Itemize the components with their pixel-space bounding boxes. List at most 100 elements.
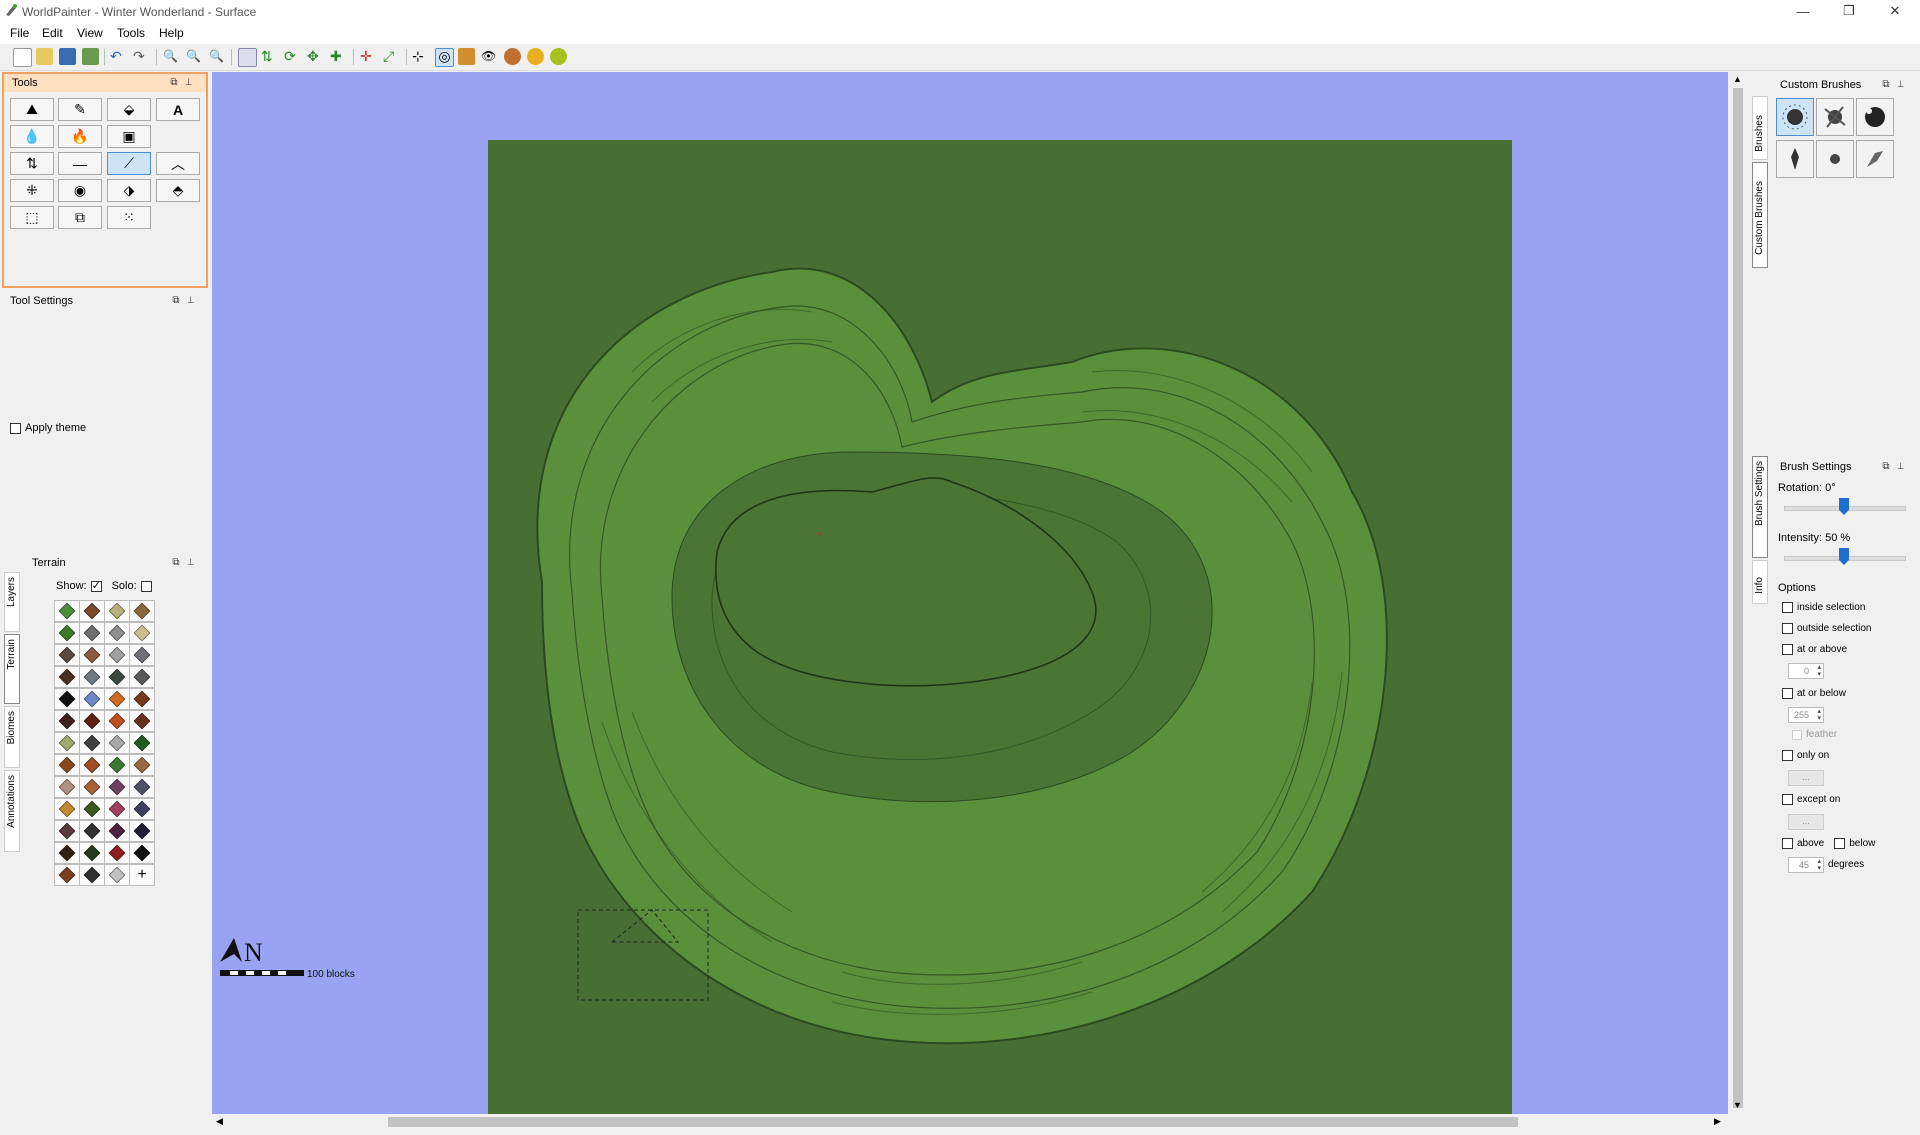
terrain-swatch[interactable] [79, 732, 105, 754]
tab-biomes[interactable]: Biomes [4, 706, 20, 768]
terrain-swatch[interactable] [54, 776, 80, 798]
menu-file[interactable]: File [10, 26, 29, 40]
zoom-in-icon[interactable]: 🔍 [163, 48, 180, 65]
tool-smooth-icon[interactable]: ⟋ [107, 152, 151, 175]
terrain-swatch[interactable] [104, 820, 130, 842]
at-or-below-checkbox[interactable] [1782, 688, 1793, 699]
above-checkbox[interactable] [1782, 838, 1793, 849]
toggle-3d-icon[interactable] [504, 48, 521, 65]
terrain-swatch[interactable] [104, 798, 130, 820]
tool-spray-icon[interactable]: ⁜ [10, 179, 54, 202]
tool-sponge-icon[interactable]: ▣ [107, 125, 151, 148]
terrain-swatch[interactable] [104, 776, 130, 798]
terrain-swatch[interactable] [79, 754, 105, 776]
apply-theme-row[interactable]: Apply theme [10, 422, 86, 434]
rotate-icon[interactable]: ⟳ [284, 48, 301, 65]
vertical-scroll-thumb[interactable] [1733, 88, 1743, 1108]
scroll-left-icon[interactable]: ◀ [216, 1116, 223, 1127]
tab-terrain[interactable]: Terrain [4, 634, 20, 704]
outside-selection-checkbox[interactable] [1782, 623, 1793, 634]
move-to-origin-icon[interactable]: ⤢ [383, 48, 400, 65]
inside-selection-checkbox[interactable] [1782, 602, 1793, 613]
tool-raise-mountain-icon[interactable]: ⇅ [10, 152, 54, 175]
tool-height-icon[interactable]: ⛰ [10, 98, 54, 121]
scroll-right-icon[interactable]: ▶ [1714, 1116, 1721, 1127]
terrain-swatch[interactable] [129, 842, 155, 864]
feather-checkbox[interactable] [1792, 729, 1802, 740]
add-tiles-icon[interactable]: ✚ [330, 48, 347, 65]
terrain-swatch[interactable] [129, 644, 155, 666]
tab-custom-brushes[interactable]: Custom Brushes [1752, 162, 1768, 268]
scroll-up-icon[interactable]: ▲ [1733, 74, 1742, 84]
terrain-swatch[interactable] [79, 842, 105, 864]
terrain-swatch[interactable] [79, 710, 105, 732]
rotation-slider-thumb[interactable] [1839, 498, 1849, 515]
terrain-swatch[interactable] [104, 842, 130, 864]
terrain-swatch[interactable] [79, 600, 105, 622]
terrain-swatch[interactable] [104, 622, 130, 644]
only-on-button[interactable]: ... [1788, 770, 1824, 786]
except-on-button[interactable]: ... [1788, 814, 1824, 830]
tool-flood-water-icon[interactable]: 💧 [10, 125, 54, 148]
zoom-out-icon[interactable]: 🔍 [209, 48, 226, 65]
panel-buttons-icon[interactable]: ⧉⊥ [170, 77, 200, 88]
degrees-spinner[interactable]: 45 [1788, 857, 1824, 873]
save-world-icon[interactable] [59, 48, 76, 65]
tab-brush-settings[interactable]: Brush Settings [1752, 456, 1768, 558]
tool-text-icon[interactable]: A [156, 98, 200, 121]
terrain-swatch[interactable] [54, 864, 80, 886]
move-to-spawn-icon[interactable]: ✛ [360, 48, 377, 65]
terrain-swatch[interactable] [129, 710, 155, 732]
at-or-above-checkbox[interactable] [1782, 644, 1793, 655]
terrain-swatch[interactable] [54, 622, 80, 644]
terrain-swatch[interactable] [54, 732, 80, 754]
tab-brushes[interactable]: Brushes [1752, 96, 1768, 160]
map-canvas[interactable]: + N 100 blocks [212, 72, 1728, 1114]
vertical-scrollbar[interactable]: ▲ ▼ [1730, 72, 1746, 1114]
panel-buttons-icon[interactable]: ⧉⊥ [1882, 79, 1912, 90]
menu-edit[interactable]: Edit [42, 26, 63, 40]
terrain-swatch[interactable] [79, 688, 105, 710]
terrain-swatch[interactable] [79, 820, 105, 842]
terrain-swatch[interactable] [104, 754, 130, 776]
intensity-slider-thumb[interactable] [1839, 548, 1849, 565]
undo-icon[interactable]: ↶ [110, 48, 127, 65]
export-world-icon[interactable] [82, 48, 99, 65]
terrain-swatch[interactable] [129, 776, 155, 798]
terrain-swatch[interactable] [54, 798, 80, 820]
tool-raise-icon[interactable]: ⬗ [107, 179, 151, 202]
terrain-swatch[interactable] [104, 732, 130, 754]
terrain-swatch[interactable] [54, 688, 80, 710]
terrain-swatch[interactable] [129, 666, 155, 688]
terrain-swatch[interactable] [129, 798, 155, 820]
terrain-swatch[interactable] [54, 644, 80, 666]
panel-buttons-icon[interactable]: ⧉⊥ [172, 557, 202, 568]
terrain-swatch[interactable] [104, 864, 130, 886]
terrain-swatch[interactable] [79, 644, 105, 666]
solo-checkbox[interactable] [140, 580, 152, 592]
at-or-below-spinner[interactable]: 255 [1788, 707, 1824, 723]
brush-1-icon[interactable] [1776, 98, 1814, 136]
below-checkbox[interactable] [1834, 838, 1846, 849]
minimize-button[interactable]: — [1780, 0, 1826, 22]
terrain-swatch[interactable] [104, 710, 130, 732]
menu-view[interactable]: View [77, 26, 103, 40]
terrain-swatch[interactable] [104, 688, 130, 710]
terrain-swatch[interactable] [79, 776, 105, 798]
toggle-overlay-icon[interactable] [458, 48, 475, 65]
apply-theme-checkbox[interactable] [10, 422, 21, 434]
terrain-swatch[interactable] [129, 820, 155, 842]
menu-help[interactable]: Help [159, 26, 184, 40]
menu-tools[interactable]: Tools [117, 26, 145, 40]
panel-buttons-icon[interactable]: ⧉⊥ [172, 295, 202, 306]
tool-copy-icon[interactable]: ⧉ [58, 206, 102, 229]
terrain-swatch[interactable] [79, 864, 105, 886]
terrain-swatch[interactable] [104, 600, 130, 622]
scroll-down-icon[interactable]: ▼ [1733, 1100, 1742, 1110]
redo-icon[interactable]: ↷ [133, 48, 150, 65]
terrain-swatch[interactable] [129, 754, 155, 776]
toggle-misc-icon[interactable] [550, 48, 567, 65]
raise-lower-icon[interactable]: ⇅ [261, 48, 278, 65]
terrain-swatch[interactable] [79, 798, 105, 820]
terrain-swatch[interactable] [104, 666, 130, 688]
